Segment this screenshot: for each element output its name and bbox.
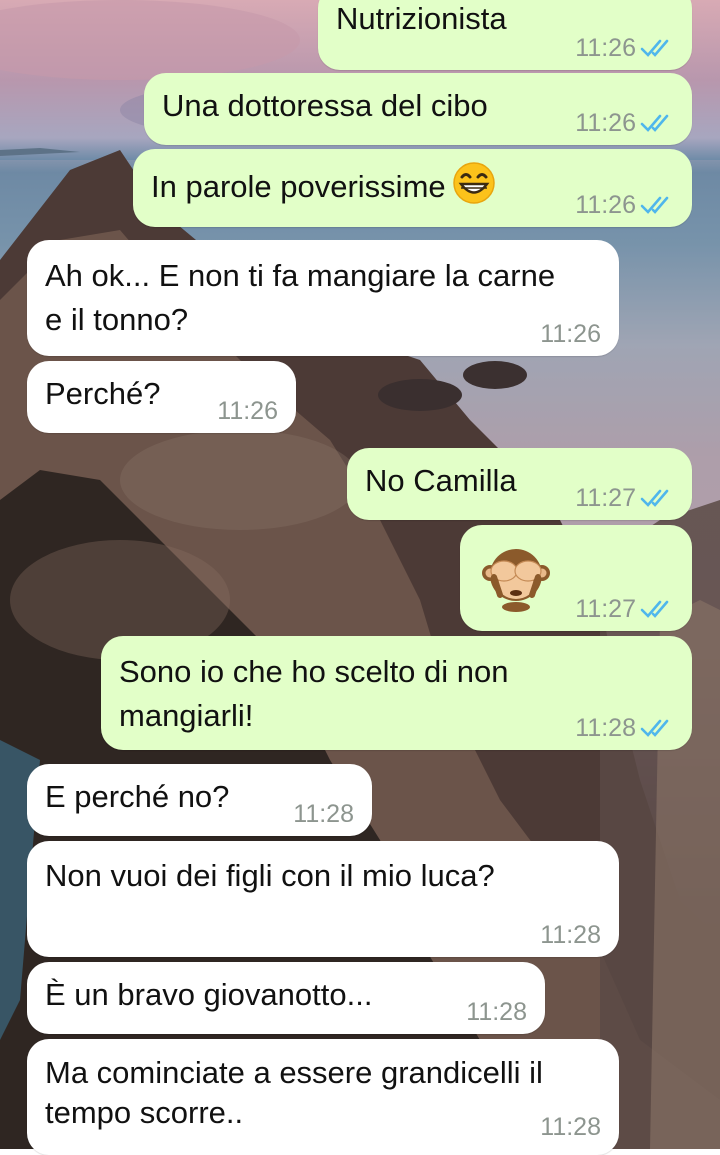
chat-message-list[interactable]: Nutrizionista 11:26 Una dottoressa del c… (0, 0, 720, 1155)
message-meta: 11:26 (540, 320, 601, 348)
message-meta: 11:28 (540, 1113, 601, 1141)
see-no-evil-monkey-emoji-icon (482, 549, 550, 612)
double-check-icon (640, 39, 669, 57)
message-meta: 11:26 (575, 191, 674, 219)
message-time: 11:26 (575, 191, 636, 219)
message-time: 11:27 (575, 595, 636, 623)
double-check-icon (640, 114, 669, 132)
message-meta: 11:28 (575, 714, 674, 742)
double-check-icon (640, 719, 669, 737)
incoming-message[interactable]: E perché no? 11:28 (27, 764, 372, 836)
outgoing-emoji-message[interactable]: 11:27 (460, 525, 692, 631)
message-meta: 11:26 (217, 397, 278, 425)
message-time: 11:28 (293, 800, 354, 828)
message-meta: 11:26 (575, 34, 674, 62)
double-check-icon (640, 489, 669, 507)
outgoing-message[interactable]: Nutrizionista 11:26 (318, 0, 692, 70)
outgoing-message[interactable]: Sono io che ho scelto di non mangiarli! … (101, 636, 692, 750)
double-check-icon (640, 600, 669, 618)
message-time: 11:28 (540, 1113, 601, 1141)
incoming-message[interactable]: Ma cominciate a essere grandicelli il te… (27, 1039, 619, 1155)
message-time: 11:28 (540, 921, 601, 949)
incoming-message[interactable]: Perché? 11:26 (27, 361, 296, 433)
message-text: Non vuoi dei figli con il mio luca? (45, 858, 495, 893)
message-text: In parole poverissime (151, 169, 446, 204)
message-time: 11:26 (540, 320, 601, 348)
message-time: 11:28 (575, 714, 636, 742)
message-meta: 11:28 (540, 921, 601, 949)
message-meta: 11:28 (293, 800, 354, 828)
outgoing-message[interactable]: Una dottoressa del cibo 11:26 (144, 73, 692, 145)
message-time: 11:26 (575, 109, 636, 137)
message-time: 11:27 (575, 484, 636, 512)
outgoing-message[interactable]: No Camilla 11:27 (347, 448, 692, 520)
incoming-message[interactable]: È un bravo giovanotto... 11:28 (27, 962, 545, 1034)
message-meta: 11:28 (466, 998, 527, 1026)
message-time: 11:26 (575, 34, 636, 62)
double-check-icon (640, 196, 669, 214)
message-meta: 11:27 (575, 484, 674, 512)
incoming-message[interactable]: Non vuoi dei figli con il mio luca? 11:2… (27, 841, 619, 957)
message-meta: 11:26 (575, 109, 674, 137)
incoming-message[interactable]: Ah ok... E non ti fa mangiare la carne e… (27, 240, 619, 356)
message-text: È un bravo giovanotto... (45, 977, 373, 1012)
message-meta: 11:27 (575, 595, 674, 623)
message-time: 11:26 (217, 397, 278, 425)
message-text: Ah ok... E non ti fa mangiare la carne e… (45, 258, 564, 337)
outgoing-message[interactable]: In parole poverissime 11:26 (133, 149, 692, 227)
message-time: 11:28 (466, 998, 527, 1026)
message-text: Sono io che ho scelto di non mangiarli! (119, 654, 518, 733)
grinning-face-emoji-icon (452, 162, 495, 204)
message-text: Ma cominciate a essere grandicelli il te… (45, 1055, 552, 1130)
